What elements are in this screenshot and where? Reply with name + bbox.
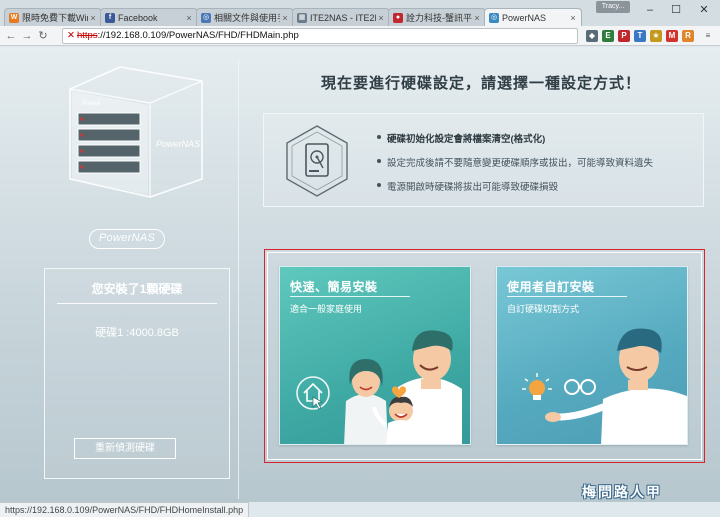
nas-device-illustration: Poweᴙ PowerNAS	[69, 66, 203, 198]
hard-disk-warning-icon	[286, 125, 348, 197]
tab-label: 相關文件與使用手冊	[214, 13, 280, 23]
tab-label: PowerNAS	[502, 12, 547, 23]
tab-ite2nas[interactable]: ▦ ITE2NAS - ITE2NA ×	[292, 8, 390, 26]
warning-notice-panel: 硬碟初始化設定會將檔案清空(格式化) 設定完成後請不要隨意變更硬碟順序或拔出，可…	[263, 113, 704, 207]
tab-documents[interactable]: ◎ 相關文件與使用手冊 ×	[196, 8, 294, 26]
status-bar: https://192.168.0.109/PowerNAS/FHD/FHDHo…	[0, 502, 720, 517]
evernote-icon[interactable]: E	[602, 30, 614, 42]
translate-icon[interactable]: T	[634, 30, 646, 42]
tab-close-icon[interactable]: ×	[376, 13, 386, 23]
rss-icon[interactable]: R	[682, 30, 694, 42]
url-scheme: https	[76, 30, 98, 41]
disk-info-panel: 您安裝了1顆硬碟 硬碟1 :4000.8GB 重新偵測硬碟	[44, 268, 230, 479]
document-favicon-icon: ◎	[201, 12, 211, 23]
tab-facebook[interactable]: f Facebook ×	[100, 8, 198, 26]
close-window-icon[interactable]: ✕	[690, 0, 718, 20]
watermark: 梅問路人甲	[582, 485, 662, 501]
tab-company[interactable]: ● 詮力科技-蟹訊平台 ×	[388, 8, 486, 26]
tab-label: 詮力科技-蟹訊平台	[406, 13, 472, 23]
notice-item: 設定完成後請不要隨意變更硬碟順序或拔出，可能導致資料遺失	[377, 155, 653, 169]
facebook-favicon-icon: f	[105, 12, 115, 23]
powernas-favicon-icon: ◎	[489, 12, 499, 23]
forward-arrow-icon[interactable]: →	[20, 28, 34, 44]
powernas-logo: PowerNAS	[89, 229, 165, 249]
pocket-icon[interactable]: P	[618, 30, 630, 42]
disk-capacity-line: 硬碟1 :4000.8GB	[95, 327, 179, 339]
browser-toolbar: ← → ↻ ✕ https://192.168.0.109/PowerNAS/FH…	[0, 26, 720, 46]
extension-icon[interactable]: ◆	[586, 30, 598, 42]
company-favicon-icon: ●	[393, 12, 403, 23]
svg-text:Poweᴙ: Poweᴙ	[82, 101, 100, 107]
ite2nas-favicon-icon: ▦	[297, 12, 307, 23]
browser-titlebar: W 限時免費下載WinX × f Facebook × ◎ 相關文件與使用手冊 …	[0, 0, 720, 26]
title-rule	[57, 303, 217, 304]
status-url: https://192.168.0.109/PowerNAS/FHD/FHDHo…	[0, 502, 250, 517]
insecure-lock-icon: ✕	[67, 30, 75, 41]
tab-close-icon[interactable]: ×	[184, 13, 194, 23]
tab-label: Facebook	[118, 12, 158, 23]
back-arrow-icon[interactable]: ←	[4, 28, 18, 44]
panel-divider	[238, 59, 239, 499]
tab-close-icon[interactable]: ×	[472, 13, 482, 23]
menu-icon[interactable]: ≡	[702, 30, 714, 42]
tab-close-icon[interactable]: ×	[280, 13, 290, 23]
tab-powernas[interactable]: ◎ PowerNAS ×	[484, 8, 582, 26]
custom-install-title: 使用者自訂安裝	[507, 280, 595, 294]
tab-label: 限時免費下載WinX	[22, 13, 88, 23]
maximize-icon[interactable]: ☐	[662, 0, 690, 20]
powernas-page: Poweᴙ PowerNAS PowerNAS 您安裝了1顆硬碟 硬碟1 :40…	[0, 47, 720, 502]
minimize-icon[interactable]: –	[636, 0, 664, 20]
gmail-icon[interactable]: M	[666, 30, 678, 42]
custom-install-subtitle: 自訂硬碟切割方式	[507, 304, 580, 314]
tab-close-icon[interactable]: ×	[568, 13, 578, 23]
quick-install-card[interactable]: 快速、簡易安裝 適合一般家庭使用	[279, 266, 471, 445]
custom-install-card[interactable]: 使用者自訂安裝 自訂硬碟切割方式	[496, 266, 688, 445]
reload-icon[interactable]: ↻	[36, 28, 50, 44]
address-bar[interactable]: ✕ https://192.168.0.109/PowerNAS/FHD/FHDM…	[62, 28, 578, 44]
tab-label: ITE2NAS - ITE2NA	[310, 12, 376, 23]
page-heading: 現在要進行硬碟設定，請選擇一種設定方式！	[320, 75, 641, 92]
card-title-rule	[507, 296, 627, 297]
tab-close-icon[interactable]: ×	[88, 13, 98, 23]
tab-winx[interactable]: W 限時免費下載WinX ×	[4, 8, 102, 26]
quick-install-subtitle: 適合一般家庭使用	[290, 304, 363, 314]
notice-item: 電源開啟時硬碟將拔出可能導致硬碟損毀	[377, 179, 653, 193]
url-path: ://192.168.0.109/PowerNAS/FHD/FHDMain.ph…	[97, 30, 299, 41]
quick-install-title: 快速、簡易安裝	[290, 280, 378, 294]
tab-strip: W 限時免費下載WinX × f Facebook × ◎ 相關文件與使用手冊 …	[4, 8, 582, 26]
profile-badge[interactable]: Tracy...	[596, 1, 630, 13]
card-title-rule	[290, 296, 410, 297]
notice-item: 硬碟初始化設定會將檔案清空(格式化)	[377, 131, 653, 145]
disk-count-title: 您安裝了1顆硬碟	[91, 282, 183, 296]
bookmark-icon[interactable]: ★	[650, 30, 662, 42]
download-favicon-icon: W	[9, 12, 19, 23]
redetect-disk-button[interactable]: 重新偵測硬碟	[74, 438, 176, 459]
svg-text:PowerNAS: PowerNAS	[156, 139, 200, 149]
notice-list: 硬碟初始化設定會將檔案清空(格式化) 設定完成後請不要隨意變更硬碟順序或拔出，可…	[377, 131, 653, 203]
